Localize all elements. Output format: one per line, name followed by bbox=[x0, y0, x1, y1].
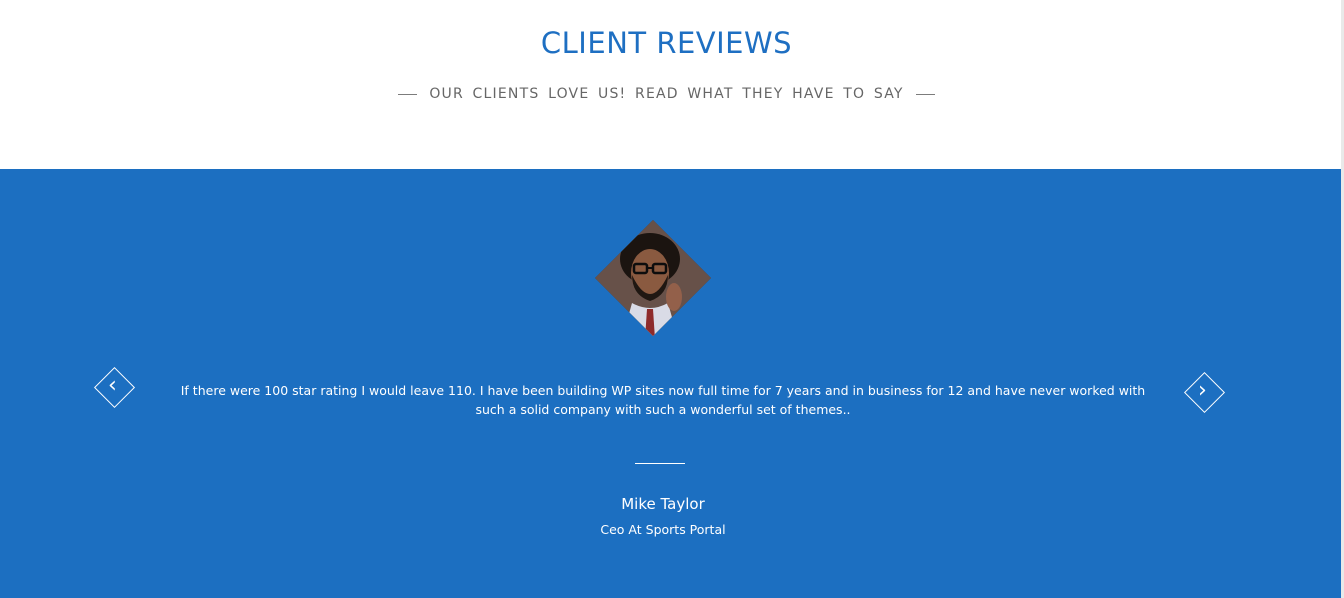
reviews-header: CLIENT REVIEWS OUR CLIENTS LOVE US! READ… bbox=[0, 0, 1341, 169]
testimonial-quote: If there were 100 star rating I would le… bbox=[180, 383, 1146, 417]
reviews-page: CLIENT REVIEWS OUR CLIENTS LOVE US! READ… bbox=[0, 0, 1344, 598]
client-role: Ceo At Sports Portal bbox=[600, 522, 726, 537]
chevron-left-icon[interactable]: ‹ bbox=[108, 375, 117, 397]
subtitle-row: OUR CLIENTS LOVE US! READ WHAT THEY HAVE… bbox=[0, 86, 1333, 102]
section-title: CLIENT REVIEWS bbox=[540, 26, 793, 60]
subtitle-dash-left bbox=[398, 93, 418, 95]
client-name: Mike Taylor bbox=[621, 495, 705, 513]
subtitle-dash-right bbox=[915, 93, 935, 95]
testimonial-divider bbox=[635, 463, 685, 464]
section-subtitle: OUR CLIENTS LOVE US! READ WHAT THEY HAVE… bbox=[429, 86, 904, 102]
chevron-right-icon[interactable]: › bbox=[1198, 380, 1207, 402]
